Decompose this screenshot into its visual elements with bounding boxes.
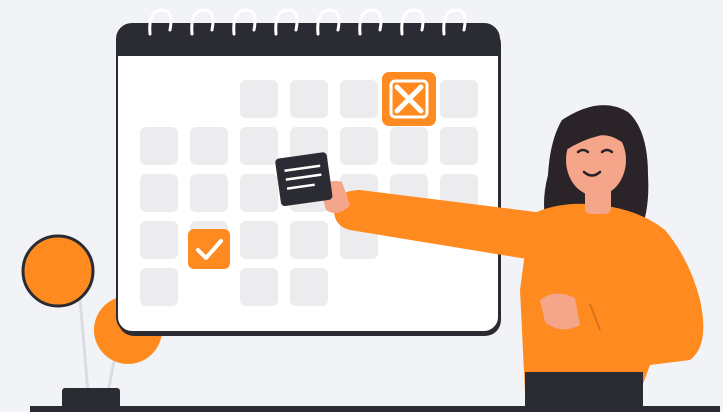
calendar-day-cell: [190, 127, 228, 165]
calendar-day-cell: [340, 127, 378, 165]
calendar-day-cell: [140, 268, 178, 306]
calendar-day-cell: [240, 221, 278, 259]
calendar-day-cell: [240, 80, 278, 118]
calendar-day-cell: [140, 127, 178, 165]
calendar-day-cell: [390, 127, 428, 165]
calendar-day-cell: [240, 268, 278, 306]
floor-line: [30, 406, 720, 412]
calendar-day-cell: [140, 174, 178, 212]
calendar-day-cell: [240, 174, 278, 212]
calendar-day-cell: [440, 127, 478, 165]
calendar-day-cell: [290, 221, 328, 259]
calendar-day-cell: [140, 221, 178, 259]
calendar-day-cell: [340, 80, 378, 118]
plant-ball-large: [21, 234, 95, 308]
calendar-day-cell: [440, 80, 478, 118]
calendar-day-cell: [240, 127, 278, 165]
cancelled-day-cell: [382, 72, 436, 126]
calendar-day-cell: [190, 174, 228, 212]
calendar-day-cell: [290, 80, 328, 118]
calendar-header: [117, 24, 499, 56]
note-card-icon: [275, 152, 333, 207]
calendar-day-cell: [290, 268, 328, 306]
calendar-illustration: [21, 8, 720, 412]
plant-pot: [62, 388, 120, 408]
done-day-cell: [188, 229, 230, 269]
pants: [525, 372, 643, 406]
